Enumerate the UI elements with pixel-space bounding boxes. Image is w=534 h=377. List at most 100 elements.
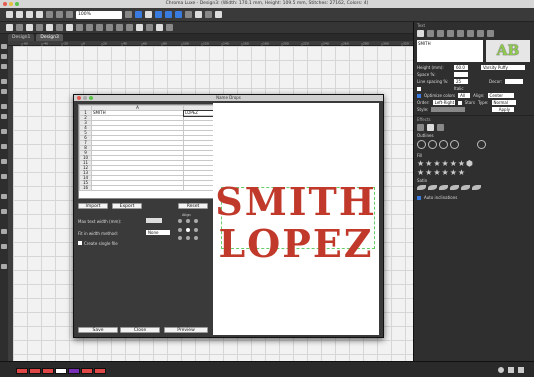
text-tool-icon-left[interactable] <box>1 144 7 149</box>
auto-inclinations-checkbox[interactable] <box>417 195 421 200</box>
color-swatch[interactable] <box>16 368 28 374</box>
redo-icon[interactable] <box>66 11 73 18</box>
fit-icon[interactable] <box>508 367 514 373</box>
tab-design1[interactable]: Design1 <box>8 34 35 41</box>
cell-a[interactable] <box>90 185 185 191</box>
layers-icon[interactable] <box>205 11 212 18</box>
close-window-button[interactable] <box>3 2 7 6</box>
new-file-icon[interactable] <box>6 11 13 18</box>
hand-tool-icon[interactable] <box>1 89 7 94</box>
align-dot[interactable] <box>186 219 190 223</box>
knife-tool-icon[interactable] <box>1 229 7 234</box>
italic-checkbox[interactable] <box>417 86 421 91</box>
satin-leaf-icon[interactable] <box>461 185 470 190</box>
close-button[interactable]: Close <box>120 327 160 333</box>
align-center-icon[interactable] <box>76 24 83 31</box>
measure-icon[interactable] <box>195 11 202 18</box>
pattern-icon[interactable] <box>467 30 474 37</box>
apply-button[interactable]: Apply <box>492 107 515 112</box>
stars-checkbox[interactable] <box>457 100 462 105</box>
align-dot-selected[interactable] <box>186 227 190 232</box>
zoom-in-icon[interactable] <box>125 11 132 18</box>
dialog-minimize-button[interactable] <box>83 96 87 100</box>
hoop-icon[interactable] <box>135 11 142 18</box>
undo-icon[interactable] <box>56 11 63 18</box>
fill-tool-icon[interactable] <box>1 104 7 109</box>
weld-icon[interactable] <box>156 24 163 31</box>
node-tool-icon[interactable] <box>1 54 7 59</box>
max-text-width-field[interactable] <box>146 218 162 223</box>
text-tool-icon[interactable] <box>16 24 23 31</box>
print-icon[interactable] <box>36 11 43 18</box>
line-spacing-field[interactable]: 25 <box>454 79 468 84</box>
outline-option-icon[interactable] <box>417 140 426 149</box>
dialog-close-button[interactable] <box>77 96 81 100</box>
align-dot[interactable] <box>194 236 198 241</box>
align-select[interactable]: Center <box>487 93 514 98</box>
group-icon[interactable] <box>56 24 63 31</box>
running-tool-icon[interactable] <box>1 129 7 134</box>
measure-tool-icon[interactable] <box>1 264 7 269</box>
color-swatch[interactable] <box>55 368 67 374</box>
optimize-select[interactable]: All <box>458 93 471 98</box>
satin-tool-icon[interactable] <box>1 114 7 119</box>
hoop-view-icon[interactable] <box>518 367 524 373</box>
text-input-area[interactable]: SMITH <box>417 40 483 62</box>
satin-leaf-icon[interactable] <box>472 185 481 190</box>
emblem-icon[interactable] <box>457 30 464 37</box>
color-swatch[interactable] <box>94 368 106 374</box>
star-fill-icon[interactable]: ★ <box>450 168 457 177</box>
pen-tool-icon[interactable] <box>1 64 7 69</box>
hexagon-fill-icon[interactable]: ⬢ <box>466 159 473 168</box>
font-family-select[interactable]: Varsity Puffy <box>481 65 525 70</box>
open-file-icon[interactable] <box>16 11 23 18</box>
view-3d-icon[interactable] <box>155 11 162 18</box>
realistic-icon[interactable] <box>185 11 192 18</box>
align-dot[interactable] <box>194 227 198 232</box>
star-fill-icon[interactable]: ★ <box>458 159 465 168</box>
effect-tab-2-icon[interactable] <box>427 124 434 131</box>
star-fill-icon[interactable]: ★ <box>417 159 424 168</box>
dialog-zoom-button[interactable] <box>89 96 93 100</box>
zoom-tool-icon[interactable] <box>1 79 7 84</box>
grid-icon[interactable] <box>165 11 172 18</box>
satin-leaf-icon[interactable] <box>417 185 426 190</box>
monogram-icon[interactable] <box>437 30 444 37</box>
export-button[interactable]: Export <box>112 203 142 209</box>
effects-icon[interactable] <box>477 30 484 37</box>
copy-icon[interactable] <box>116 24 123 31</box>
import-button[interactable]: Import <box>78 203 108 209</box>
effect-tab-3-icon[interactable] <box>437 124 444 131</box>
eraser-tool-icon[interactable] <box>1 244 7 249</box>
effect-tab-1-icon[interactable] <box>417 124 424 131</box>
star-fill-icon[interactable]: ★ <box>425 159 432 168</box>
save-icon[interactable] <box>26 11 33 18</box>
star-fill-icon[interactable]: ★ <box>433 159 440 168</box>
preview-button[interactable]: Preview <box>164 327 208 333</box>
star-fill-icon[interactable]: ★ <box>433 168 440 177</box>
export-icon[interactable] <box>46 11 53 18</box>
space-field[interactable] <box>454 72 468 77</box>
tab-design3[interactable]: Design3 <box>36 34 63 41</box>
outline-option-icon[interactable] <box>477 140 486 149</box>
more-icon[interactable] <box>487 30 494 37</box>
reset-button[interactable]: Reset <box>178 203 208 209</box>
photo-stitch-icon[interactable] <box>1 209 7 214</box>
star-fill-icon[interactable]: ★ <box>442 168 449 177</box>
view-icon[interactable] <box>498 367 504 373</box>
zoom-select[interactable]: 100% <box>76 10 122 19</box>
color-swatch[interactable] <box>42 368 54 374</box>
cross-stitch-icon[interactable] <box>1 194 7 199</box>
order-select[interactable]: Left-Right <box>432 100 455 105</box>
optimize-checkbox[interactable] <box>417 93 421 98</box>
paste-icon[interactable] <box>126 24 133 31</box>
outline-option-icon[interactable] <box>450 140 459 149</box>
align-right-icon[interactable] <box>86 24 93 31</box>
satin-leaf-icon[interactable] <box>428 185 437 190</box>
align-dot[interactable] <box>178 219 182 223</box>
text-style-icon[interactable] <box>417 30 424 37</box>
rotate-icon[interactable] <box>36 24 43 31</box>
outline-option-icon[interactable] <box>439 140 448 149</box>
align-dot[interactable] <box>186 236 190 241</box>
type-select[interactable]: Normal <box>491 100 516 105</box>
